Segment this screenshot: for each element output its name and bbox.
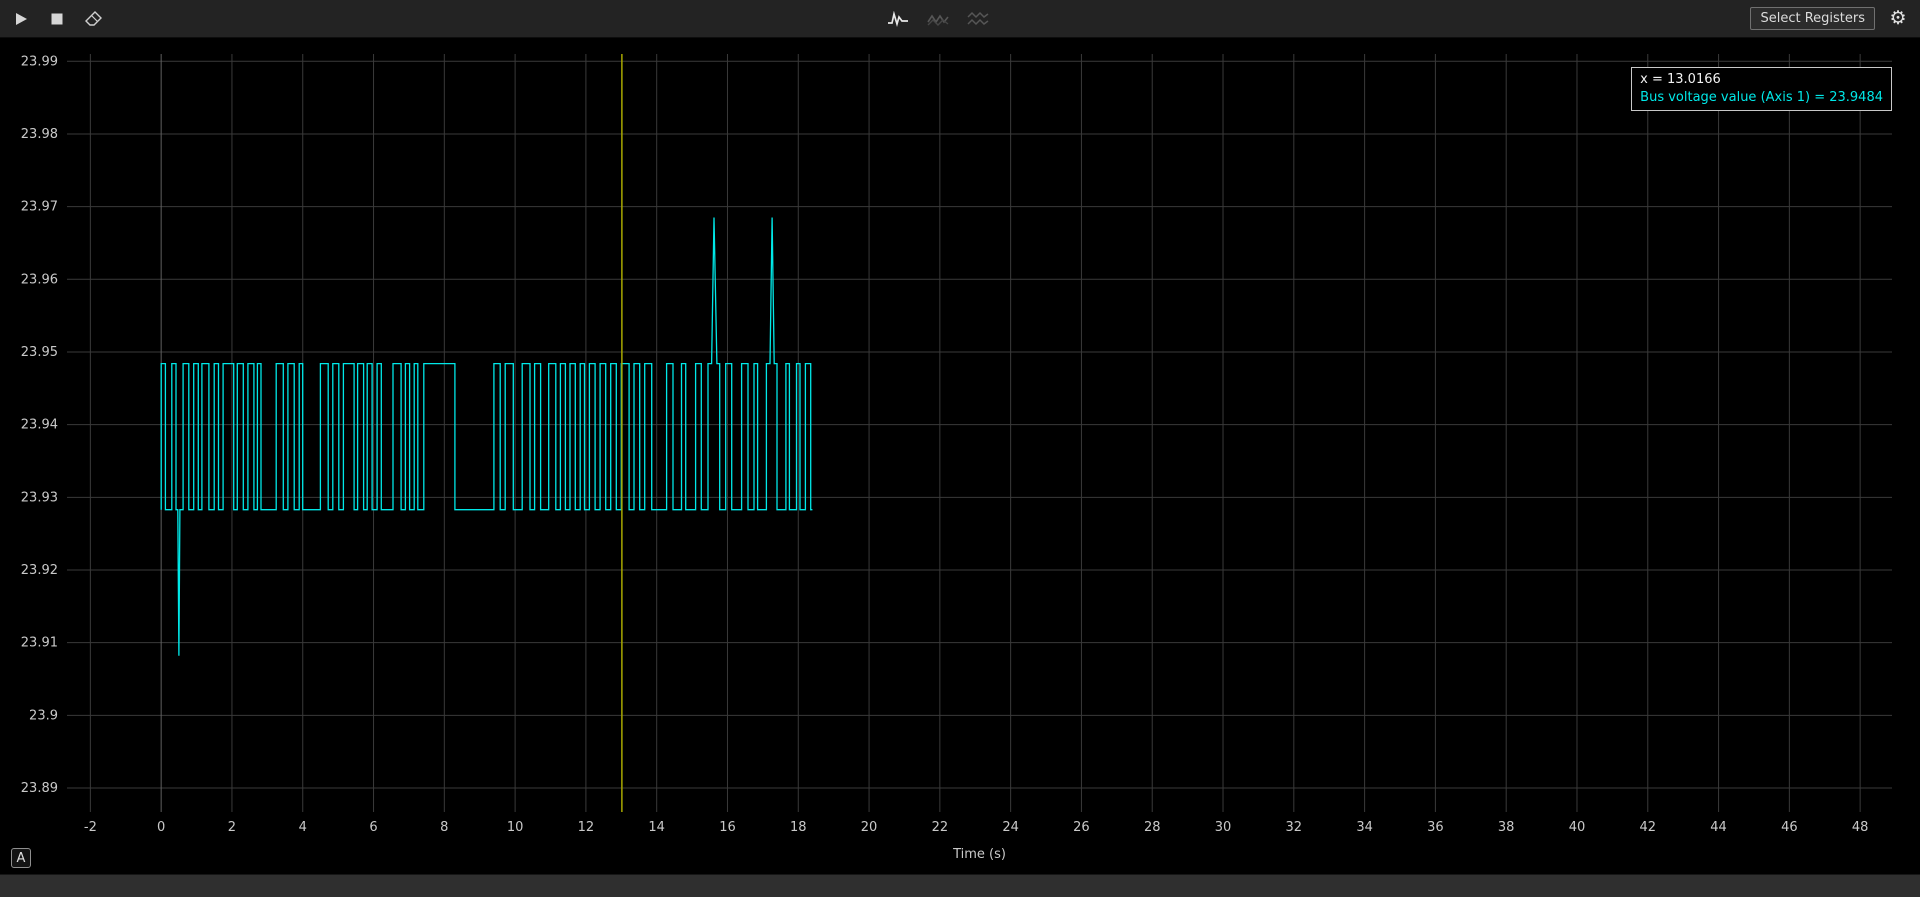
svg-text:16: 16	[719, 820, 736, 835]
svg-text:32: 32	[1286, 820, 1303, 835]
transport-controls	[0, 5, 107, 33]
tooltip-series-value: Bus voltage value (Axis 1) = 23.9484	[1640, 89, 1883, 107]
play-icon	[13, 11, 29, 27]
toolbar: Select Registers ⚙	[0, 0, 1920, 38]
svg-text:14: 14	[648, 820, 665, 835]
play-button[interactable]	[7, 5, 35, 33]
svg-text:23.93: 23.93	[21, 490, 58, 505]
tooltip-x-value: x = 13.0166	[1640, 71, 1883, 89]
svg-text:18: 18	[790, 820, 807, 835]
svg-text:48: 48	[1852, 820, 1869, 835]
svg-text:38: 38	[1498, 820, 1515, 835]
clear-button[interactable]	[79, 5, 107, 33]
svg-text:20: 20	[861, 820, 878, 835]
eraser-icon	[85, 11, 102, 27]
gear-icon: ⚙	[1889, 9, 1906, 28]
svg-text:26: 26	[1073, 820, 1090, 835]
svg-text:23.92: 23.92	[21, 563, 58, 578]
svg-text:6: 6	[369, 820, 377, 835]
cursor-tooltip: x = 13.0166 Bus voltage value (Axis 1) =…	[1631, 67, 1892, 111]
status-bar	[0, 874, 1920, 897]
svg-text:30: 30	[1215, 820, 1232, 835]
svg-text:46: 46	[1781, 820, 1798, 835]
svg-text:-2: -2	[84, 820, 97, 835]
svg-text:10: 10	[507, 820, 524, 835]
svg-text:23.97: 23.97	[21, 200, 58, 215]
svg-text:23.98: 23.98	[21, 127, 58, 142]
svg-text:44: 44	[1710, 820, 1727, 835]
stop-button[interactable]	[43, 5, 71, 33]
waveform-overlay-button[interactable]	[924, 5, 952, 33]
waveform-overlay-icon	[927, 11, 949, 27]
svg-text:0: 0	[157, 820, 165, 835]
toolbar-right: Select Registers ⚙	[1750, 7, 1920, 31]
svg-text:12: 12	[578, 820, 595, 835]
svg-text:34: 34	[1356, 820, 1373, 835]
svg-text:2: 2	[228, 820, 236, 835]
waveform-single-icon	[887, 11, 909, 27]
svg-text:Time (s): Time (s)	[952, 847, 1006, 862]
svg-text:36: 36	[1427, 820, 1444, 835]
svg-text:28: 28	[1144, 820, 1161, 835]
stop-icon	[50, 12, 64, 26]
waveform-split-icon	[967, 11, 989, 27]
chart-svg[interactable]: 23.9923.9823.9723.9623.9523.9423.9323.92…	[0, 38, 1920, 874]
settings-button[interactable]: ⚙	[1886, 7, 1910, 31]
select-registers-button[interactable]: Select Registers	[1750, 7, 1875, 30]
chart-area: 23.9923.9823.9723.9623.9523.9423.9323.92…	[0, 38, 1920, 874]
svg-text:24: 24	[1002, 820, 1019, 835]
svg-text:23.95: 23.95	[21, 345, 58, 360]
svg-text:42: 42	[1639, 820, 1656, 835]
waveform-single-button[interactable]	[884, 5, 912, 33]
svg-text:23.89: 23.89	[21, 781, 58, 796]
svg-text:23.94: 23.94	[21, 418, 58, 433]
svg-text:23.96: 23.96	[21, 272, 58, 287]
svg-text:40: 40	[1569, 820, 1586, 835]
svg-text:23.99: 23.99	[21, 54, 58, 69]
svg-text:22: 22	[932, 820, 949, 835]
graph-mode-controls	[884, 0, 992, 38]
svg-text:23.91: 23.91	[21, 636, 58, 651]
waveform-split-button[interactable]	[964, 5, 992, 33]
svg-text:8: 8	[440, 820, 448, 835]
svg-text:23.9: 23.9	[29, 708, 58, 723]
svg-text:4: 4	[299, 820, 307, 835]
autoscale-button[interactable]: A	[11, 848, 31, 868]
